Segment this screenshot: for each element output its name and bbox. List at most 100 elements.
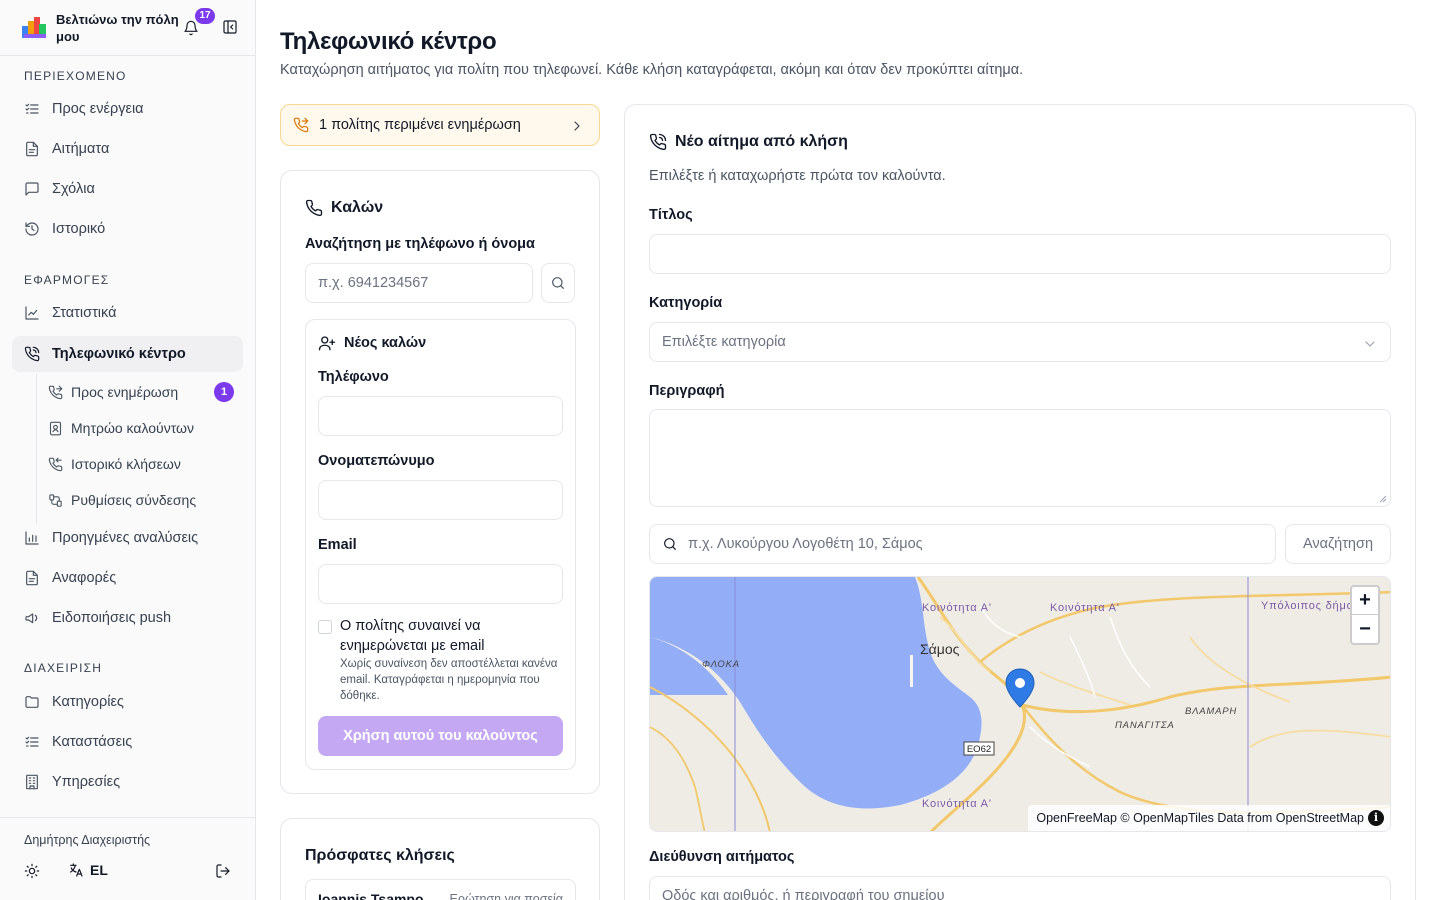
language-label: EL <box>90 862 108 878</box>
new-caller-title-text: Νέος καλών <box>344 335 427 351</box>
pending-update-badge: 1 <box>214 382 234 402</box>
email-label: Email <box>318 537 357 553</box>
nav-item-comments[interactable]: Σχόλια <box>12 171 243 207</box>
phone-field[interactable] <box>318 396 563 436</box>
map-zoom-control: + − <box>1350 585 1380 645</box>
panel-left-icon <box>223 20 237 34</box>
recent-call-name: Ioannis Tsampo <box>318 891 424 900</box>
section-label-admin: ΔΙΑΧΕΙΡΙΣΗ <box>24 661 103 675</box>
nav-item-advanced-analytics[interactable]: Προηγμένες αναλύσεις <box>12 520 243 556</box>
caller-title-text: Καλών <box>331 199 384 216</box>
building-icon <box>26 774 38 790</box>
nav-item-label: Ειδοποιήσεις push <box>52 610 172 626</box>
new-caller-title: Νέος καλών <box>318 334 426 352</box>
nav-item-services[interactable]: Υπηρεσίες <box>12 764 243 800</box>
recent-calls-title: Πρόσφατες κλήσεις <box>305 847 455 864</box>
use-caller-button[interactable]: Χρήση αυτού του καλούντος <box>318 716 563 756</box>
chevron-down-icon <box>1365 341 1375 347</box>
sidebar-footer: Δημήτρης Διαχειριστής EL <box>0 817 255 900</box>
nav-item-call-center[interactable]: Τηλεφωνικό κέντρο <box>12 336 243 372</box>
caller-search-button[interactable] <box>541 263 575 303</box>
subnav-item-label: Μητρώο καλούντων <box>71 420 194 436</box>
nav-item-label: Προς ενέργεια <box>52 101 144 117</box>
theme-toggle-button[interactable] <box>24 863 40 879</box>
sidebar-header: Βελτιώνω την πόλη μου 17 <box>0 0 255 56</box>
connection-settings-icon <box>49 493 62 507</box>
resize-handle-icon[interactable] <box>1379 495 1387 503</box>
chevron-right-icon <box>574 121 580 131</box>
nav-item-label: Καταστάσεις <box>52 734 133 750</box>
email-field[interactable] <box>318 564 563 604</box>
subnav-item-call-history[interactable]: Ιστορικό κλήσεων <box>44 448 242 480</box>
caller-card: Καλών Αναζήτηση με τηλέφωνο ή όνομα π.χ.… <box>280 170 600 794</box>
new-request-hint: Επιλέξτε ή καταχωρήστε πρώτα τον καλούντ… <box>649 168 946 184</box>
search-icon <box>664 538 676 550</box>
nav-item-statuses[interactable]: Καταστάσεις <box>12 724 243 760</box>
nav-item-requests[interactable]: Αιτήματα <box>12 131 243 167</box>
nav-item-statistics[interactable]: Στατιστικά <box>12 295 243 331</box>
recent-call-row[interactable]: Ioannis Tsampo Ερώτηση για ποσεία <box>305 879 576 900</box>
phone-label: Τηλέφωνο <box>318 369 389 385</box>
section-label-apps: ΕΦΑΡΜΟΓΕΣ <box>24 273 110 287</box>
map-label-municipality: Υπόλοιπος δήμος <box>1261 600 1360 612</box>
caller-card-title: Καλών <box>305 199 383 217</box>
recent-call-title: Ερώτηση για ποσεία <box>449 892 563 900</box>
map-info-icon[interactable]: i <box>1368 810 1384 826</box>
map-label-area: ΦΛΟΚΑ <box>702 659 740 670</box>
name-label: Ονοματεπώνυμο <box>318 453 435 469</box>
nav-item-history[interactable]: Ιστορικό <box>12 211 243 247</box>
category-select-value: Επιλέξτε κατηγορία <box>662 334 786 350</box>
nav-item-to-action[interactable]: Προς ενέργεια <box>12 91 243 127</box>
pending-update-banner[interactable]: 1 πολίτης περιμένει ενημέρωση <box>280 104 600 146</box>
subnav-item-caller-registry[interactable]: Μητρώο καλούντων <box>44 412 242 444</box>
email-consent-label: Ο πολίτης συναινεί να ενημερώνεται με em… <box>340 618 485 654</box>
category-select[interactable]: Επιλέξτε κατηγορία <box>649 322 1391 362</box>
map-zoom-in-button[interactable]: + <box>1352 587 1378 615</box>
map-attribution: OpenFreeMap © OpenMapTiles Data from Ope… <box>1028 805 1390 831</box>
nav-item-push-notifications[interactable]: Ειδοποιήσεις push <box>12 600 243 636</box>
description-textarea[interactable] <box>649 409 1391 507</box>
subnav-item-label: Ιστορικό κλήσεων <box>71 456 181 472</box>
request-title-field[interactable] <box>649 234 1391 274</box>
map-label-area: ΒΛΑΜΑΡΗ <box>1185 706 1237 717</box>
notifications-badge: 17 <box>195 8 215 24</box>
page-subtitle: Καταχώρηση αιτήματος για πολίτη που τηλε… <box>280 62 1024 78</box>
phone-forward-icon <box>293 117 309 133</box>
map-zoom-out-button[interactable]: − <box>1352 615 1378 643</box>
sidebar: Βελτιώνω την πόλη μου 17 ΠΕΡΙΕΧΟΜΕΝΟ Προ… <box>0 0 256 900</box>
request-address-label: Διεύθυνση αιτήματος <box>649 849 795 865</box>
map-label-community: Κοινότητα Α' <box>1050 602 1120 614</box>
nav-item-categories[interactable]: Κατηγορίες <box>12 684 243 720</box>
logout-button[interactable] <box>215 863 231 879</box>
nav-item-label: Κατηγορίες <box>52 694 124 710</box>
sun-icon <box>24 863 40 879</box>
address-search-placeholder: π.χ. Λυκούργου Λογοθέτη 10, Σάμος <box>688 536 923 552</box>
address-search-button[interactable]: Αναζήτηση <box>1285 524 1391 564</box>
map-tiles[interactable]: Κοινότητα Α' Κοινότητα Α' Κοινότητα Α' Υ… <box>650 577 1391 832</box>
folder-icon <box>25 696 39 708</box>
request-title-label: Τίτλος <box>649 207 693 223</box>
megaphone-icon <box>25 613 38 624</box>
location-map[interactable]: Κοινότητα Α' Κοινότητα Α' Κοινότητα Α' Υ… <box>649 576 1391 832</box>
map-label-community: Κοινότητα Α' <box>922 798 992 810</box>
nav-item-label: Τηλεφωνικό κέντρο <box>52 346 186 362</box>
email-consent-help: Χωρίς συναίνεση δεν αποστέλλεται κανένα … <box>340 658 558 702</box>
app-title: Βελτιώνω την πόλη μου <box>56 11 179 44</box>
sidebar-collapse-button[interactable] <box>222 19 238 35</box>
subnav-item-connection-settings[interactable]: Ρυθμίσεις σύνδεσης <box>44 484 242 516</box>
nav-item-reports[interactable]: Αναφορές <box>12 560 243 596</box>
subnav-item-label: Προς ενημέρωση <box>71 384 179 400</box>
subnav-item-pending-update[interactable]: Προς ενημέρωση 1 <box>44 376 242 408</box>
email-consent-checkbox[interactable] <box>318 620 332 634</box>
address-search-input[interactable]: π.χ. Λυκούργου Λογοθέτη 10, Σάμος <box>649 524 1276 564</box>
file-icon <box>26 570 38 586</box>
new-request-card: Νέο αίτημα από κλήση Επιλέξτε ή καταχωρή… <box>624 104 1416 900</box>
list-check-icon <box>25 103 39 114</box>
contact-book-icon <box>49 421 62 435</box>
request-address-field[interactable]: Οδός και αριθμός, ή περιγραφή του σημείο… <box>649 876 1391 900</box>
caller-search-input[interactable]: π.χ. 6941234567 <box>305 263 533 303</box>
language-switcher[interactable]: EL <box>68 862 108 878</box>
full-name-field[interactable] <box>318 480 563 520</box>
nav-item-label: Προηγμένες αναλύσεις <box>52 530 199 546</box>
nav-item-label: Υπηρεσίες <box>52 774 121 790</box>
